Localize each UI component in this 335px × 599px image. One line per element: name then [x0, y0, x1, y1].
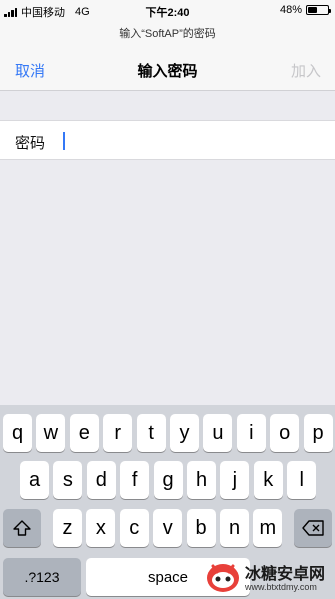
shift-key[interactable]	[3, 509, 41, 547]
watermark-title: 冰糖安卓网	[245, 564, 326, 583]
key-w[interactable]: w	[36, 414, 66, 452]
key-a[interactable]: a	[20, 461, 49, 499]
key-k[interactable]: k	[253, 461, 283, 499]
watermark-url: www.btxtdmy.com	[245, 582, 317, 592]
key-i[interactable]: i	[236, 414, 266, 452]
shift-icon	[13, 520, 31, 536]
key-n[interactable]: n	[220, 509, 249, 547]
page-title: 输入密码	[137, 63, 198, 80]
key-h[interactable]: h	[187, 461, 216, 499]
navigation-bar: 取消 输入密码 加入	[0, 48, 335, 91]
key-c[interactable]: c	[119, 509, 149, 547]
key-o[interactable]: o	[270, 414, 300, 452]
join-button[interactable]: 加入	[291, 60, 321, 81]
key-y[interactable]: y	[170, 414, 199, 452]
status-bar: 中国移动 4G 下午2:40 48%	[0, 0, 335, 20]
text-cursor	[63, 132, 65, 150]
delete-key[interactable]	[294, 509, 332, 547]
delete-icon	[302, 520, 324, 536]
key-x[interactable]: x	[86, 509, 116, 547]
key-l[interactable]: l	[287, 461, 317, 499]
key-t[interactable]: t	[136, 414, 166, 452]
watermark-logo	[207, 564, 239, 592]
key-b[interactable]: b	[186, 509, 216, 547]
password-input[interactable]	[62, 127, 322, 155]
key-e[interactable]: e	[69, 414, 99, 452]
key-j[interactable]: j	[220, 461, 250, 499]
key-p[interactable]: p	[303, 414, 333, 452]
key-s[interactable]: s	[53, 461, 83, 499]
key-d[interactable]: d	[86, 461, 116, 499]
key-v[interactable]: v	[153, 509, 183, 547]
key-q[interactable]: q	[3, 414, 32, 452]
key-r[interactable]: r	[103, 414, 133, 452]
status-right: 48%	[279, 4, 331, 16]
key-m[interactable]: m	[253, 509, 283, 547]
key-u[interactable]: u	[203, 414, 233, 452]
key-z[interactable]: z	[53, 509, 82, 547]
battery-percent: 48%	[279, 4, 302, 16]
network-prompt: 输入“SoftAP”的密码	[0, 20, 335, 48]
numbers-key[interactable]: .?123	[3, 558, 81, 596]
key-g[interactable]: g	[153, 461, 183, 499]
watermark: 冰糖安卓网 www.btxtdmy.com	[205, 556, 335, 598]
password-row: 密码	[0, 120, 335, 160]
password-label: 密码	[15, 135, 46, 152]
key-f[interactable]: f	[120, 461, 150, 499]
battery-icon	[306, 5, 331, 15]
